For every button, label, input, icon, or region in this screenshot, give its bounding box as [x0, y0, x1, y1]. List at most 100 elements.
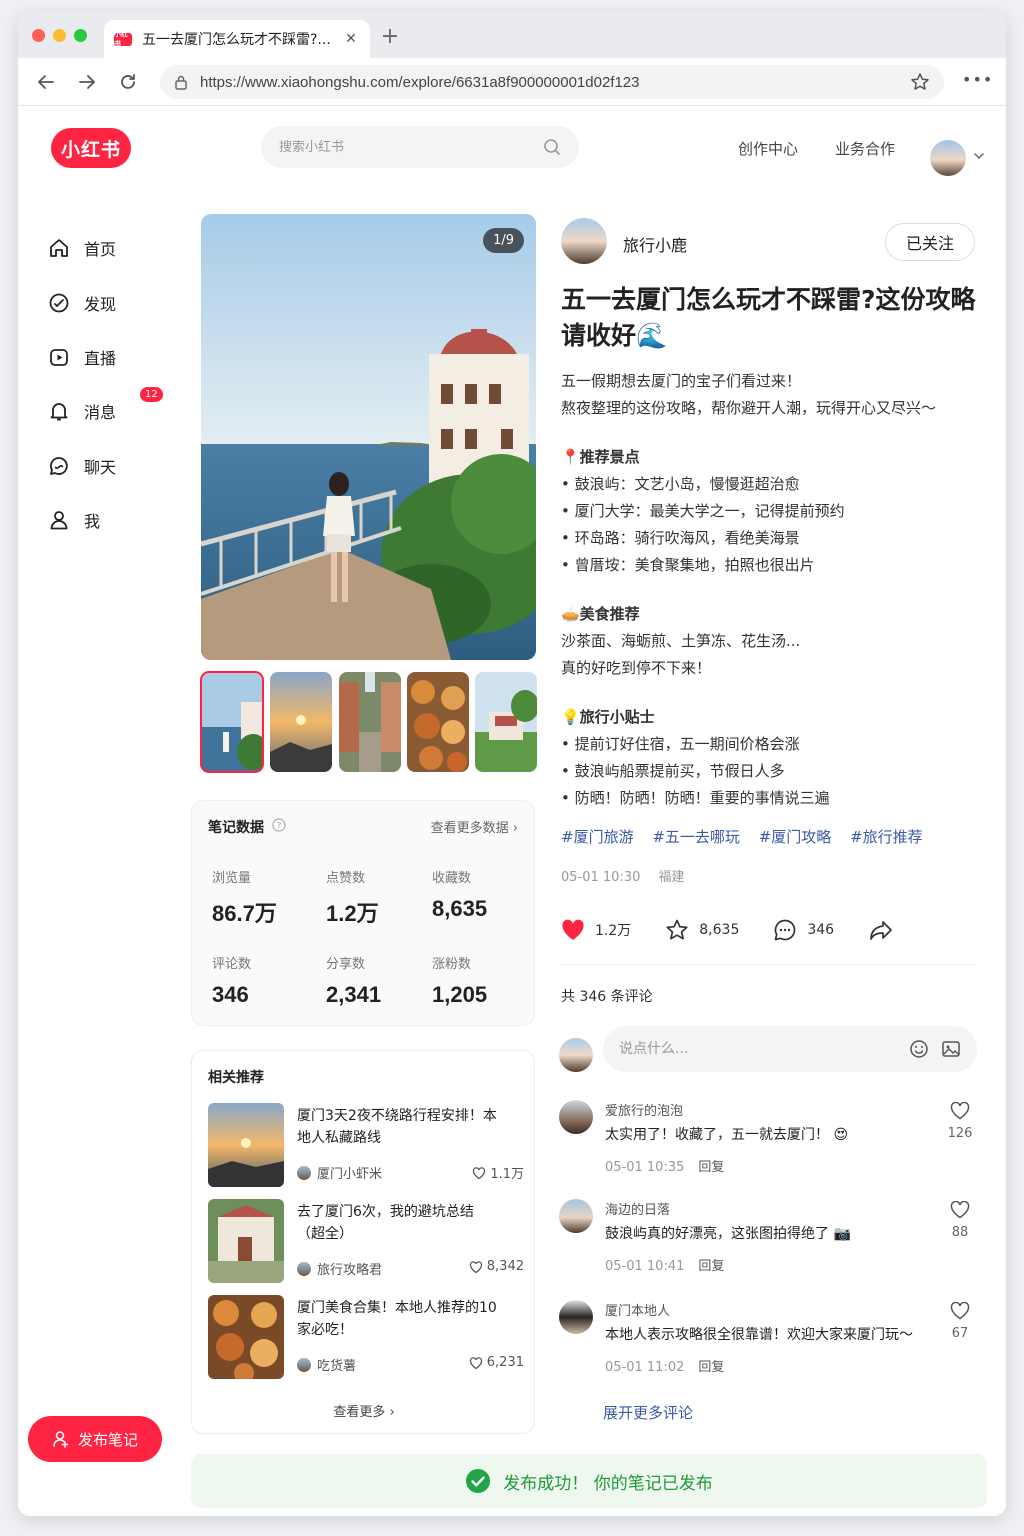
author-name[interactable]: 旅行小鹿 [623, 232, 687, 256]
related-note[interactable]: 厦门美食合集！本地人推荐的10家必吃！ 吃货薯 6,231 [208, 1295, 524, 1379]
hashtag-link[interactable]: #五一去哪玩 [652, 828, 740, 846]
stat-label: 评论数 [212, 957, 252, 972]
stat-value: 86.7万 [212, 901, 277, 926]
heart-icon [950, 1201, 970, 1219]
search-input[interactable] [279, 139, 543, 155]
image-icon[interactable] [941, 1039, 961, 1059]
comment-like-button[interactable]: 126 [945, 1100, 975, 1141]
note-location: 福建 [658, 870, 685, 885]
bookmark-star-icon[interactable] [910, 72, 930, 92]
back-icon[interactable] [32, 68, 60, 96]
more-stats-link[interactable]: 查看更多数据 › [431, 817, 518, 836]
forward-icon[interactable] [73, 68, 101, 96]
search-icon[interactable] [543, 138, 561, 156]
like-button[interactable]: 1.2万 [561, 919, 631, 941]
thumbnail[interactable] [339, 672, 401, 772]
browser-tab[interactable]: 小红书 五一去厦门怎么玩才不踩雷?... ✕ [104, 20, 370, 58]
sidebar-item-me[interactable]: 我 [48, 506, 100, 534]
stat-value: 8,635 [432, 896, 488, 921]
reply-link[interactable]: 回复 [698, 1360, 724, 1375]
commenter-name[interactable]: 海边的日落 [605, 1199, 670, 1218]
more-menu-icon[interactable]: ••• [962, 70, 993, 89]
thumbnail[interactable] [200, 671, 264, 773]
comment-like-count: 126 [947, 1126, 973, 1141]
sidebar-item-label: 直播 [84, 349, 117, 368]
related-note[interactable]: 厦门3天2夜不绕路行程安排！本地人私藏路线 厦门小虾米 1.1万 [208, 1103, 524, 1187]
sidebar-item-messages[interactable]: 消息 12 [48, 387, 163, 425]
chevron-down-icon[interactable] [973, 150, 985, 162]
collect-button[interactable]: 8,635 [665, 918, 739, 942]
publish-success-toast: 发布成功！ 你的笔记已发布 [191, 1454, 987, 1508]
commenter-avatar[interactable] [559, 1199, 593, 1233]
hashtag-link[interactable]: #旅行推荐 [850, 828, 923, 846]
creator-center-link[interactable]: 创作中心 [738, 138, 798, 159]
xiaohongshu-logo[interactable]: 小红书 [51, 128, 131, 168]
hashtag-link[interactable]: #厦门旅游 [561, 828, 634, 846]
expand-comments-link[interactable]: 展开更多评论 [603, 1402, 693, 1423]
search-box[interactable] [261, 126, 579, 168]
heart-icon [950, 1302, 970, 1320]
publish-note-button[interactable]: 发布笔记 [28, 1416, 162, 1462]
maximize-window-button[interactable] [74, 29, 87, 42]
reply-link[interactable]: 回复 [698, 1160, 724, 1175]
follow-button[interactable]: 已关注 [885, 223, 975, 261]
related-note-author[interactable]: 吃货薯 [297, 1355, 356, 1374]
stat-label: 分享数 [326, 957, 366, 972]
comment-input[interactable] [619, 1041, 897, 1057]
related-note[interactable]: 去了厦门6次，我的避坑总结（超全） 旅行攻略君 8,342 [208, 1199, 524, 1283]
section-heading-tips: 💡旅行小贴士 [561, 708, 655, 726]
related-note-likes[interactable]: 6,231 [469, 1355, 524, 1370]
address-bar[interactable]: https://www.xiaohongshu.com/explore/6631… [160, 65, 944, 99]
author-name: 旅行攻略君 [317, 1263, 383, 1278]
commenter-name[interactable]: 厦门本地人 [605, 1300, 670, 1319]
thumbnail[interactable] [407, 672, 469, 772]
note-intro-line: 五一假期想去厦门的宝子们看过来！ [561, 372, 802, 390]
related-note-likes[interactable]: 8,342 [469, 1259, 524, 1274]
view-more-related-link[interactable]: 查看更多 › [192, 1401, 536, 1420]
user-avatar[interactable] [930, 140, 966, 176]
reply-link[interactable]: 回复 [698, 1259, 724, 1274]
related-note-author[interactable]: 厦门小虾米 [297, 1163, 382, 1182]
commenter-avatar[interactable] [559, 1300, 593, 1334]
help-icon[interactable]: ? [272, 818, 286, 832]
related-note-author[interactable]: 旅行攻略君 [297, 1259, 382, 1278]
thumbnail[interactable] [270, 672, 332, 772]
share-button[interactable] [868, 918, 904, 942]
commenter-avatar[interactable] [559, 1100, 593, 1134]
like-count: 1.2万 [595, 923, 632, 939]
close-window-button[interactable] [32, 29, 45, 42]
reload-icon[interactable] [114, 68, 142, 96]
commenter-name[interactable]: 爱旅行的泡泡 [605, 1100, 683, 1119]
note-main-image[interactable]: 1/9 [201, 214, 536, 660]
heart-icon [950, 1102, 970, 1120]
minimize-window-button[interactable] [53, 29, 66, 42]
comment-like-button[interactable]: 67 [945, 1300, 975, 1341]
heart-icon [469, 1260, 482, 1273]
business-link[interactable]: 业务合作 [835, 138, 895, 159]
comment-button[interactable]: 346 [773, 918, 834, 942]
main-content: 创作中心 业务合作 [173, 106, 1006, 1516]
new-tab-icon[interactable]: + [380, 24, 400, 49]
author-avatar[interactable] [561, 218, 607, 264]
sidebar-item-home[interactable]: 首页 [48, 234, 116, 262]
sidebar-item-discover[interactable]: 发现 [48, 289, 116, 317]
comment-item: 爱旅行的泡泡 太实用了！收藏了，五一就去厦门！ 😍 05-01 10:35 回复 … [559, 1100, 979, 1184]
related-note-likes[interactable]: 1.1万 [472, 1163, 524, 1182]
thumbnail[interactable] [475, 672, 537, 772]
author-name: 吃货薯 [317, 1359, 357, 1374]
note-date: 05-01 10:30 [561, 870, 641, 885]
sidebar-item-live[interactable]: 直播 [48, 343, 116, 371]
comment-like-button[interactable]: 88 [945, 1199, 975, 1240]
emoji-icon[interactable] [909, 1039, 929, 1059]
comment-time: 05-01 10:41 [605, 1259, 685, 1274]
related-note-image [208, 1295, 284, 1379]
sidebar-item-chat[interactable]: 聊天 [48, 452, 116, 480]
tab-close-icon[interactable]: ✕ [342, 31, 360, 47]
comment-meta: 05-01 11:02 回复 [605, 1356, 724, 1375]
comment-input-box[interactable] [603, 1026, 977, 1072]
comment-count-label: 共 346 条评论 [561, 989, 653, 1005]
hashtag-link[interactable]: #厦门攻略 [759, 828, 832, 846]
sidebar-item-label: 发现 [84, 295, 117, 314]
note-body: 五一假期想去厦门的宝子们看过来！ 熬夜整理的这份攻略，帮你避开人潮，玩得开心又尽… [561, 368, 981, 812]
note-actions: 1.2万 8,635 346 [561, 916, 938, 944]
